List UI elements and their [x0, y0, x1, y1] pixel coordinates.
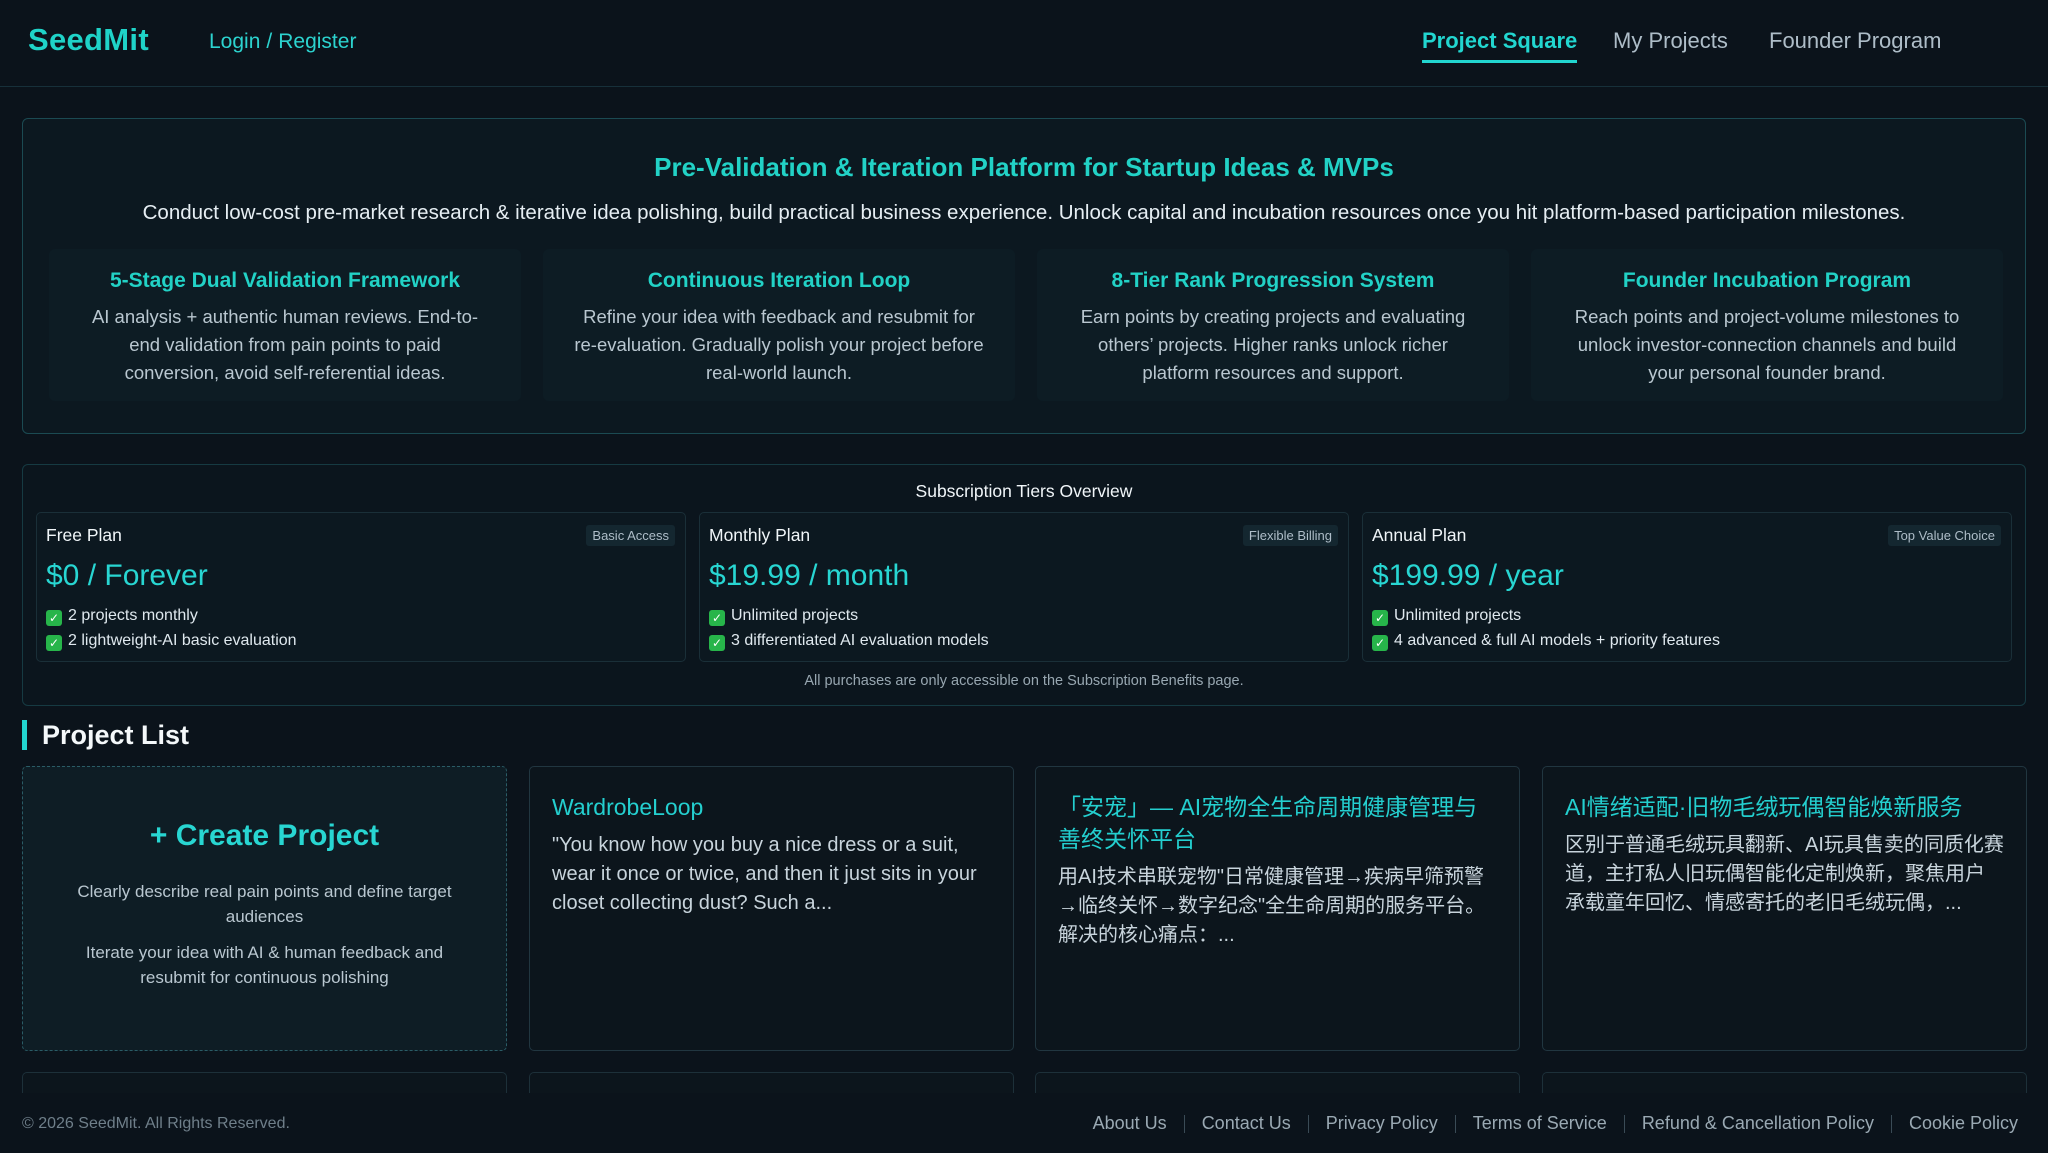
nav-founder-program[interactable]: Founder Program — [1769, 28, 1941, 54]
plan-name: Annual Plan — [1372, 525, 1467, 545]
feature-card-validation: 5-Stage Dual Validation Framework AI ana… — [49, 249, 521, 401]
project-title[interactable]: 「安宠」— AI宠物全生命周期健康管理与善终关怀平台 — [1058, 791, 1497, 855]
footer-divider — [1183, 1114, 1185, 1133]
feature-title: Founder Incubation Program — [1622, 269, 1912, 292]
plan-price: $0 / Forever — [46, 559, 208, 592]
project-title[interactable]: WardrobeLoop — [552, 791, 991, 823]
feature-description: Earn points by creating projects and eva… — [1080, 306, 1466, 383]
footer-divider — [1454, 1114, 1456, 1133]
footer-link-cookie[interactable]: Cookie Policy — [1909, 1113, 2018, 1134]
footer: © 2026 SeedMit. All Rights Reserved. Abo… — [0, 1093, 2048, 1153]
feature-card-rank: 8-Tier Rank Progression System Earn poin… — [1037, 249, 1509, 401]
check-icon: ✓ — [46, 635, 62, 651]
plan-feature: ✓ 2 lightweight-AI basic evaluation — [46, 632, 297, 651]
plan-name: Monthly Plan — [709, 525, 811, 545]
plan-price: $199.99 / year — [1372, 559, 1564, 592]
feature-card-iteration: Continuous Iteration Loop Refine your id… — [543, 249, 1015, 401]
project-card[interactable]: WardrobeLoop "You know how you buy a nic… — [529, 766, 1014, 1051]
plan-feature: ✓ Unlimited projects — [709, 607, 858, 626]
register-link[interactable]: Register — [278, 30, 356, 53]
feature-card-incubation: Founder Incubation Program Reach points … — [1531, 249, 2003, 401]
top-navigation-bar: SeedMit Login / Register Project Square My… — [0, 0, 2048, 87]
create-project-button[interactable]: + Create Project — [23, 819, 506, 853]
check-icon: ✓ — [709, 635, 725, 651]
footer-divider — [1623, 1114, 1625, 1133]
project-card[interactable]: 「安宠」— AI宠物全生命周期健康管理与善终关怀平台 用AI技术串联宠物"日常健… — [1035, 766, 1520, 1051]
plan-badge: Top Value Choice — [1888, 525, 2001, 546]
check-icon: ✓ — [709, 610, 725, 626]
create-hint-2: Iterate your idea with AI & human feedba… — [85, 943, 444, 987]
footer-link-refund[interactable]: Refund & Cancellation Policy — [1642, 1113, 1874, 1134]
plan-feature: ✓ Unlimited projects — [1372, 607, 1521, 626]
footer-link-about[interactable]: About Us — [1093, 1113, 1167, 1134]
login-link[interactable]: Login — [209, 30, 260, 53]
plan-name: Free Plan — [46, 525, 122, 545]
check-icon: ✓ — [1372, 635, 1388, 651]
feature-title: Continuous Iteration Loop — [647, 269, 911, 292]
plan-card-free[interactable]: Free Plan Basic Access $0 / Forever ✓ 2 p… — [36, 512, 686, 662]
feature-description: Refine your idea with feedback and resub… — [574, 306, 984, 383]
project-card[interactable]: AI情绪适配·旧物毛绒玩偶智能焕新服务 区别于普通毛绒玩具翻新、AI玩具售卖的同… — [1542, 766, 2027, 1051]
auth-links: Login / Register — [209, 30, 356, 54]
feature-description: Reach points and project-volume mileston… — [1574, 306, 1960, 383]
feature-description: AI analysis + authentic human reviews. E… — [91, 306, 479, 383]
plan-card-monthly[interactable]: Monthly Plan Flexible Billing $19.99 / m… — [699, 512, 1349, 662]
nav-my-projects[interactable]: My Projects — [1613, 28, 1728, 54]
footer-link-privacy[interactable]: Privacy Policy — [1326, 1113, 1438, 1134]
hero-subtitle: Conduct low-cost pre-market research & i… — [142, 201, 1906, 224]
subscription-note: All purchases are only accessible on the… — [804, 673, 1244, 689]
project-description: 区别于普通毛绒玩具翻新、AI玩具售卖的同质化赛道，主打私人旧玩偶智能化定制焕新，… — [1565, 834, 2004, 914]
footer-link-terms[interactable]: Terms of Service — [1473, 1113, 1607, 1134]
logo[interactable]: SeedMit — [28, 22, 149, 58]
plan-feature: ✓ 2 projects monthly — [46, 607, 198, 626]
plan-badge: Flexible Billing — [1242, 525, 1338, 546]
subscription-title: Subscription Tiers Overview — [915, 481, 1133, 501]
footer-divider — [1307, 1114, 1309, 1133]
project-description: "You know how you buy a nice dress or a … — [552, 834, 977, 914]
nav-project-square[interactable]: Project Square — [1422, 28, 1578, 63]
footer-links: About Us Contact Us Privacy Policy Terms… — [1093, 1113, 2018, 1134]
footer-divider — [1890, 1114, 1892, 1133]
project-title[interactable]: AI情绪适配·旧物毛绒玩偶智能焕新服务 — [1565, 791, 2004, 823]
copyright: © 2026 SeedMit. All Rights Reserved. — [22, 1115, 290, 1132]
project-description: 用AI技术串联宠物"日常健康管理→疾病早筛预警→临终关怀→数字纪念"全生命周期的… — [1058, 866, 1486, 946]
feature-title: 5-Stage Dual Validation Framework — [109, 269, 461, 292]
plan-badge: Basic Access — [586, 525, 675, 546]
check-icon: ✓ — [46, 610, 62, 626]
feature-title: 8-Tier Rank Progression System — [1111, 269, 1435, 292]
plan-price: $19.99 / month — [709, 559, 910, 592]
hero-title: Pre-Validation & Iteration Platform for … — [654, 152, 1394, 182]
plan-feature: ✓ 4 advanced & full AI models + priority … — [1372, 632, 1720, 651]
create-project-card[interactable]: + Create Project Clearly describe real p… — [22, 766, 507, 1051]
footer-link-contact[interactable]: Contact Us — [1202, 1113, 1291, 1134]
check-icon: ✓ — [1372, 610, 1388, 626]
create-hint-1: Clearly describe real pain points and de… — [77, 882, 452, 926]
subscription-tiers-panel: Subscription Tiers Overview Free Plan Ba… — [22, 464, 2026, 706]
plan-feature: ✓ 3 differentiated AI evaluation models — [709, 632, 989, 651]
plan-card-annual[interactable]: Annual Plan Top Value Choice $199.99 / y… — [1362, 512, 2012, 662]
hero-panel: Pre-Validation & Iteration Platform for … — [22, 118, 2026, 434]
auth-separator: / — [266, 30, 273, 53]
project-list-title: Project List — [22, 720, 189, 750]
